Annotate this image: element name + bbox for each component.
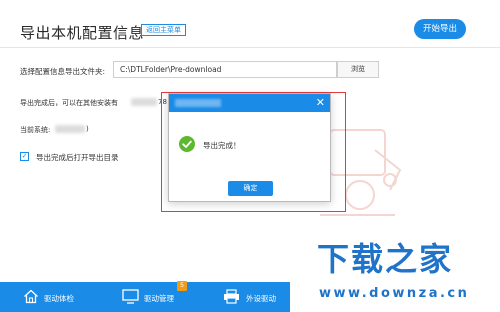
page-title: 导出本机配置信息 (20, 24, 145, 42)
redacted-text (131, 98, 157, 106)
redacted-text (55, 125, 85, 133)
export-folder-input[interactable] (113, 61, 337, 78)
nav-item-label: 驱动管理 (144, 294, 174, 303)
nav-item-driver-check[interactable]: 驱动体检 (0, 282, 96, 312)
folder-label: 选择配置信息导出文件夹: (20, 67, 106, 76)
nav-item-label: 外设驱动 (246, 294, 276, 303)
dialog-titlebar: ✕ (169, 94, 330, 112)
notification-badge: 5 (177, 281, 187, 291)
export-complete-dialog: ✕ 导出完成！ 确定 (168, 93, 331, 202)
start-export-button[interactable]: 开始导出 (414, 19, 466, 39)
confirm-button[interactable]: 确定 (228, 181, 273, 196)
home-icon (24, 289, 38, 304)
nav-item-label: 驱动体检 (44, 294, 74, 303)
header-divider (0, 47, 500, 48)
bottom-nav: 驱动体检 驱动管理 5 外设驱动 (0, 281, 290, 312)
browse-button[interactable]: 浏览 (337, 61, 379, 78)
current-system-label: 当前系统: (20, 126, 51, 134)
redacted-title (175, 99, 221, 107)
dialog-message: 导出完成！ (203, 141, 241, 150)
close-icon[interactable]: ✕ (316, 96, 325, 109)
check-circle-icon (179, 136, 195, 152)
current-system-tail: ) (86, 125, 89, 133)
watermark-title: 下载之家 (317, 240, 454, 278)
back-to-main-menu-link[interactable]: 返回主菜单 (141, 24, 186, 36)
monitor-icon (122, 289, 139, 304)
watermark-url: www.downza.cn (319, 286, 470, 301)
export-note: 导出完成后，可以在其他安装有 (20, 99, 118, 107)
open-folder-checkbox[interactable]: ✓ (20, 152, 29, 161)
open-folder-checkbox-label[interactable]: 导出完成后打开导出目录 (36, 152, 119, 163)
nav-item-driver-manage[interactable]: 驱动管理 5 (100, 281, 196, 312)
printer-icon (224, 289, 239, 304)
nav-item-peripheral-driver[interactable]: 外设驱动 (200, 282, 290, 312)
